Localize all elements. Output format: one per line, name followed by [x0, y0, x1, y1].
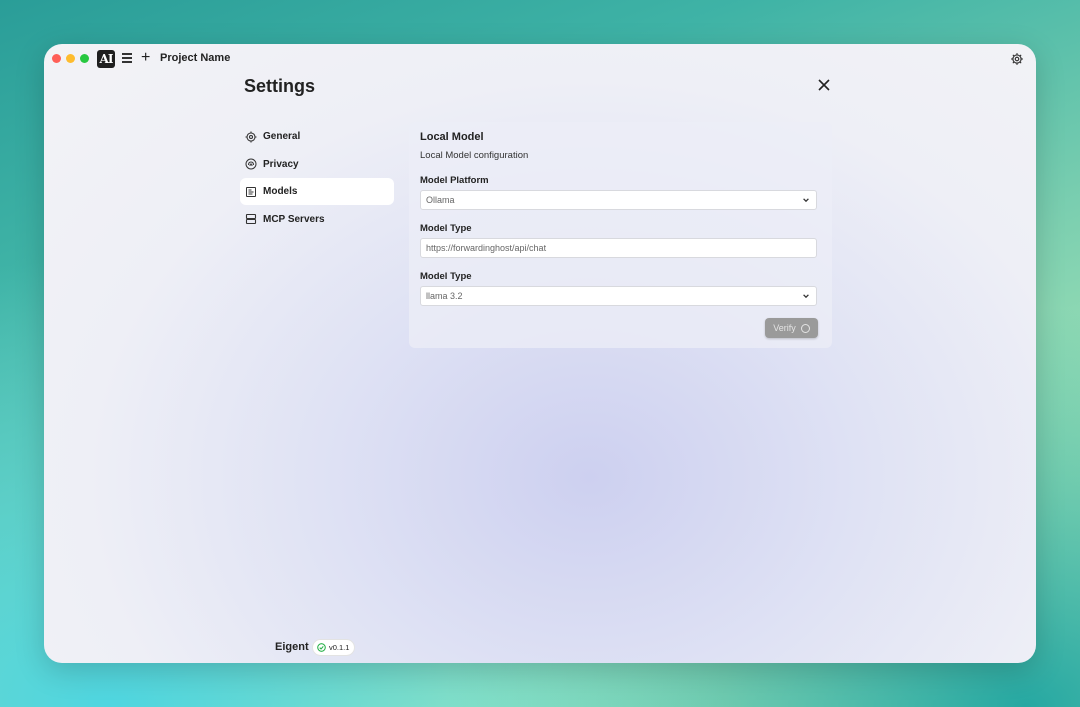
- title-bar: AI + Project Name: [44, 44, 1036, 74]
- page-title: Settings: [244, 76, 316, 96]
- verify-label: Verify: [773, 323, 796, 333]
- model-type-label: Model Type: [420, 223, 472, 234]
- model-url-input[interactable]: https://forwardinghost/api/chat: [420, 238, 817, 258]
- close-window-button[interactable]: [52, 54, 61, 63]
- settings-nav: General Privacy Models MCP Servers: [240, 123, 394, 233]
- model-type-value: llama 3.2: [426, 291, 463, 301]
- fingerprint-icon: [245, 158, 257, 170]
- verify-button[interactable]: Verify: [765, 318, 818, 338]
- nav-item-label: Models: [263, 186, 298, 198]
- brand-name: Eigent: [275, 641, 309, 653]
- nav-item-label: Privacy: [263, 158, 299, 170]
- gear-icon[interactable]: [1010, 52, 1024, 66]
- nav-item-general[interactable]: General: [240, 123, 394, 150]
- nav-item-models[interactable]: Models: [240, 178, 394, 206]
- plus-icon[interactable]: +: [141, 49, 150, 67]
- model-platform-value: Ollama: [426, 195, 455, 205]
- panel-title: Local Model: [420, 131, 484, 143]
- nav-item-mcp-servers[interactable]: MCP Servers: [240, 206, 394, 233]
- server-icon: [245, 213, 257, 225]
- loading-spinner-icon: [800, 323, 810, 333]
- chevron-down-icon: [802, 196, 810, 204]
- maximize-window-button[interactable]: [80, 54, 89, 63]
- app-window: AI + Project Name Settings General Priva…: [44, 44, 1036, 663]
- model-url-value: https://forwardinghost/api/chat: [426, 243, 547, 253]
- local-model-panel: Local Model Local Model configuration Mo…: [409, 122, 832, 348]
- check-circle-icon: [317, 643, 326, 652]
- panel-subtitle: Local Model configuration: [420, 150, 529, 161]
- model-platform-select[interactable]: Ollama: [420, 190, 817, 210]
- project-name[interactable]: Project Name: [160, 52, 230, 64]
- nav-item-label: MCP Servers: [263, 213, 325, 225]
- gear-icon: [245, 131, 257, 143]
- version-badge: v0.1.1: [313, 640, 355, 655]
- model-platform-label: Model Platform: [420, 175, 489, 186]
- chevron-down-icon: [802, 292, 810, 300]
- version-text: v0.1.1: [329, 643, 350, 652]
- model-type-select[interactable]: llama 3.2: [420, 286, 817, 306]
- minimize-window-button[interactable]: [66, 54, 75, 63]
- close-icon[interactable]: [817, 78, 831, 92]
- app-logo[interactable]: AI: [97, 50, 115, 68]
- document-icon: [245, 186, 257, 198]
- nav-item-privacy[interactable]: Privacy: [240, 151, 394, 178]
- menu-icon[interactable]: [122, 53, 132, 65]
- nav-item-label: General: [263, 131, 301, 142]
- model-type-label: Model Type: [420, 271, 472, 282]
